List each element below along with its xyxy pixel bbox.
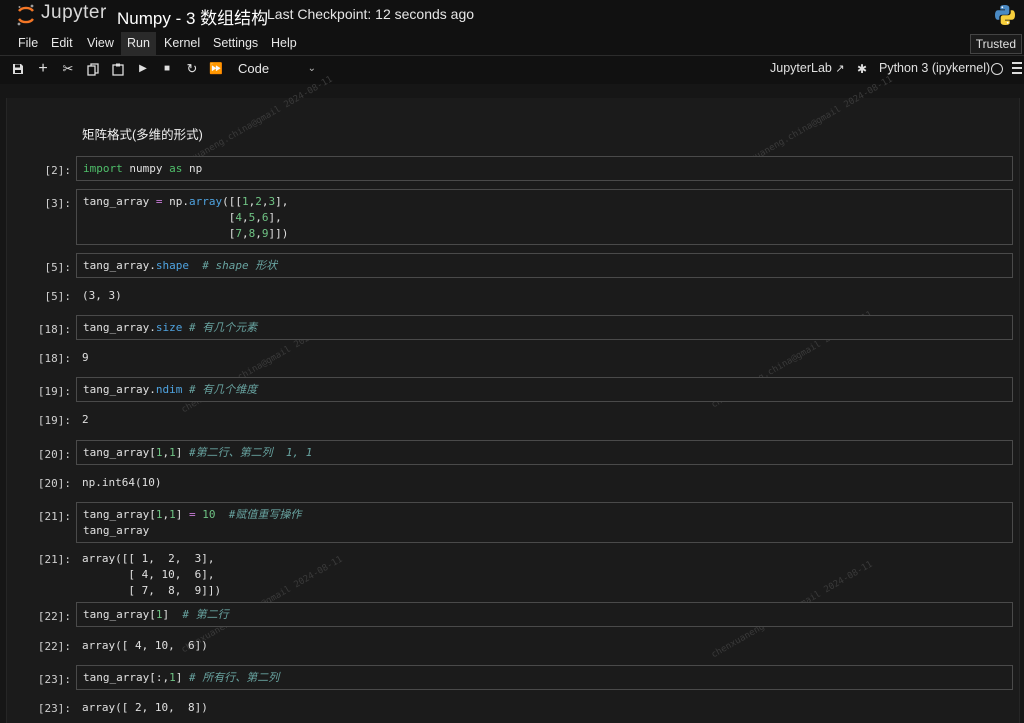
jupyterlab-link[interactable]: JupyterLab ↗	[770, 61, 845, 75]
debug-bug-icon[interactable]: ✱	[853, 60, 871, 78]
checkpoint-status: Last Checkpoint: 12 seconds ago	[267, 6, 475, 22]
menu-file[interactable]: File	[12, 32, 44, 55]
jupyter-logo-icon[interactable]	[16, 3, 36, 27]
input-prompt: [18]:	[37, 323, 71, 336]
restart-icon[interactable]: ↻	[183, 60, 201, 78]
cut-icon[interactable]: ✂	[59, 60, 77, 78]
code-cell[interactable]: tang_array.shape # shape 形状	[76, 253, 1013, 278]
output-prompt: [21]:	[37, 553, 71, 566]
cell-code[interactable]: tang_array.ndim # 有几个维度	[83, 382, 257, 398]
input-prompt: [19]:	[37, 385, 71, 398]
menu-bar: File Edit View Run Kernel Settings Help …	[0, 32, 1024, 56]
code-cell[interactable]: tang_array.size # 有几个元素	[76, 315, 1013, 340]
output-prompt: [23]:	[37, 702, 71, 715]
add-cell-icon[interactable]: +	[34, 60, 52, 78]
cell-output: array([[ 1, 2, 3], [ 4, 10, 6], [ 7, 8, …	[82, 552, 222, 597]
kernel-menu-icon[interactable]	[1012, 62, 1022, 76]
copy-icon[interactable]	[84, 60, 102, 78]
markdown-cell-text[interactable]: 矩阵格式(多维的形式)	[82, 124, 203, 143]
kernel-status-icon	[991, 63, 1003, 75]
cell-code[interactable]: tang_array = np.array([[1,2,3], [4,5,6],…	[83, 194, 288, 242]
cell-code[interactable]: tang_array.size # 有几个元素	[83, 320, 257, 336]
jupyterlab-label: JupyterLab	[770, 61, 832, 75]
code-cell[interactable]: tang_array[1,1] #第二行、第二列 1, 1	[76, 440, 1013, 465]
output-prompt: [20]:	[37, 477, 71, 490]
menu-settings[interactable]: Settings	[207, 32, 264, 55]
menu-edit[interactable]: Edit	[45, 32, 79, 55]
input-prompt: [20]:	[37, 448, 71, 461]
trusted-badge[interactable]: Trusted	[969, 34, 1022, 54]
cell-type-value: Code	[238, 61, 270, 76]
kernel-name[interactable]: Python 3 (ipykernel)	[879, 61, 990, 75]
menu-kernel[interactable]: Kernel	[158, 32, 206, 55]
cell-output: array([ 4, 10, 6])	[82, 639, 208, 652]
output-prompt: [18]:	[37, 352, 71, 365]
python-logo-icon	[995, 5, 1015, 25]
external-link-icon: ↗	[835, 63, 845, 75]
save-icon[interactable]	[9, 60, 27, 78]
cell-code[interactable]: tang_array.shape # shape 形状	[83, 258, 277, 274]
input-prompt: [22]:	[37, 610, 71, 623]
input-prompt: [2]:	[44, 164, 72, 177]
cell-output: 9	[82, 351, 89, 364]
input-prompt: [21]:	[37, 510, 71, 523]
input-prompt: [5]:	[44, 261, 72, 274]
cell-code[interactable]: tang_array[:,1] # 所有行、第二列	[83, 670, 279, 686]
menu-help[interactable]: Help	[265, 32, 303, 55]
menu-run[interactable]: Run	[121, 32, 156, 55]
cell-output: 2	[82, 413, 89, 426]
output-prompt: [5]:	[44, 290, 72, 303]
brand-name: Jupyter	[41, 2, 107, 23]
menu-view[interactable]: View	[81, 32, 120, 55]
paste-icon[interactable]	[109, 60, 127, 78]
cell-output: np.int64(10)	[82, 476, 162, 489]
cell-code[interactable]: import numpy as np	[83, 161, 202, 177]
output-prompt: [22]:	[37, 640, 71, 653]
code-cell[interactable]: tang_array[:,1] # 所有行、第二列	[76, 665, 1013, 690]
top-bar: Jupyter Numpy - 3 数组结构 Last Checkpoint: …	[0, 0, 1024, 32]
code-cell[interactable]: import numpy as np	[76, 156, 1013, 181]
cell-code[interactable]: tang_array[1,1] #第二行、第二列 1, 1	[83, 445, 312, 461]
fast-forward-icon[interactable]: ⏩	[207, 60, 225, 78]
cell-output: array([ 2, 10, 8])	[82, 701, 208, 714]
cell-output: (3, 3)	[82, 289, 122, 302]
cell-code[interactable]: tang_array[1] # 第二行	[83, 607, 229, 623]
code-cell[interactable]: tang_array.ndim # 有几个维度	[76, 377, 1013, 402]
notebook-title[interactable]: Numpy - 3 数组结构	[117, 4, 268, 29]
code-cell[interactable]: tang_array = np.array([[1,2,3], [4,5,6],…	[76, 189, 1013, 245]
cell-type-select[interactable]: Code ⌄	[238, 60, 318, 78]
code-cell[interactable]: tang_array[1] # 第二行	[76, 602, 1013, 627]
code-cell[interactable]: tang_array[1,1] = 10 #赋值重写操作 tang_array	[76, 502, 1013, 543]
input-prompt: [3]:	[44, 197, 72, 210]
output-prompt: [19]:	[37, 414, 71, 427]
input-prompt: [23]:	[37, 673, 71, 686]
cell-code[interactable]: tang_array[1,1] = 10 #赋值重写操作 tang_array	[83, 507, 301, 539]
notebook-toolbar: + ✂ ▶ ■ ↻ ⏩ Code ⌄ JupyterLab ↗ ✱ Python…	[0, 56, 1024, 83]
stop-icon[interactable]: ■	[158, 60, 176, 78]
chevron-down-icon: ⌄	[307, 63, 316, 74]
run-icon[interactable]: ▶	[134, 60, 152, 78]
